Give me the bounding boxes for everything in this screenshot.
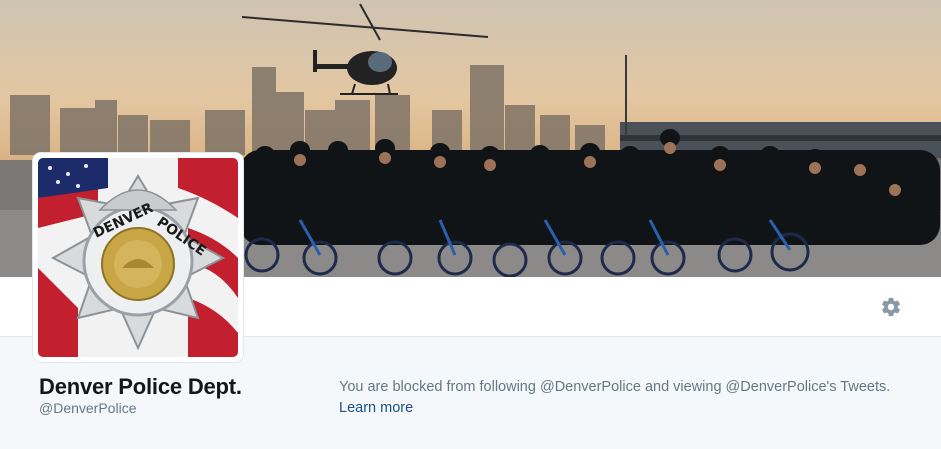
profile-name: Denver Police Dept.	[39, 374, 242, 399]
blocked-message-text: You are blocked from following @DenverPo…	[339, 379, 891, 395]
blocked-message: You are blocked from following @DenverPo…	[339, 377, 919, 419]
learn-more-link[interactable]: Learn more	[339, 400, 413, 416]
profile-avatar[interactable]: DENVER POLICE	[33, 153, 243, 362]
police-badge-avatar-image: DENVER POLICE	[38, 158, 238, 357]
profile-handle[interactable]: @DenverPolice	[39, 400, 136, 416]
gear-icon[interactable]	[880, 296, 902, 318]
